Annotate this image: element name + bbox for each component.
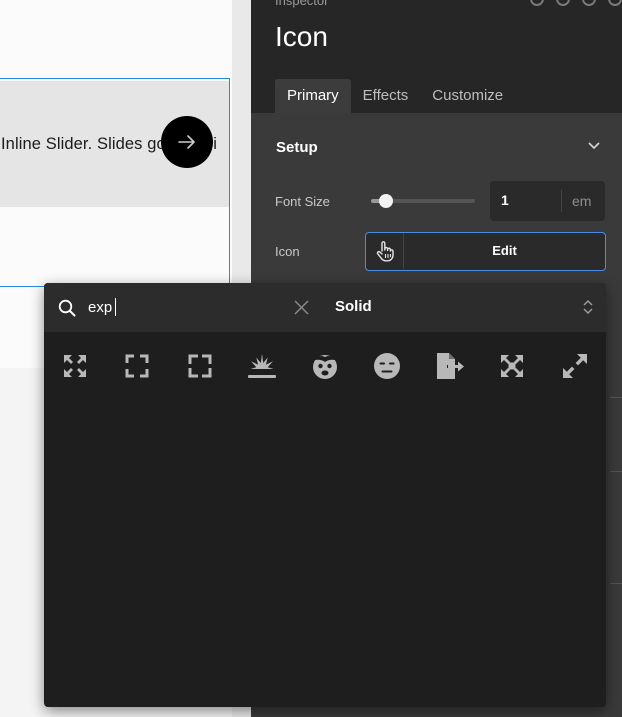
font-size-slider[interactable] (371, 194, 475, 208)
chevron-down-icon[interactable] (588, 142, 600, 150)
up-right-and-down-left-icon[interactable] (555, 346, 595, 386)
input-divider (561, 190, 562, 212)
icon-picker-popup: Solid (44, 283, 606, 707)
hand-pointer-icon (376, 241, 394, 262)
expand-icon[interactable] (117, 346, 157, 386)
face-explode-icon[interactable] (305, 346, 345, 386)
font-size-unit[interactable]: em (572, 193, 591, 209)
arrow-right-icon (178, 135, 195, 149)
slider-next-button[interactable] (161, 116, 213, 168)
inspector-tabs: Primary Effects Customize (275, 79, 515, 113)
explosion-icon[interactable] (242, 346, 282, 386)
icon-style-select[interactable]: Solid (335, 298, 372, 315)
tab-primary[interactable]: Primary (275, 79, 351, 113)
maximize-icon[interactable] (492, 346, 532, 386)
divider (610, 471, 622, 472)
divider (610, 397, 622, 398)
edit-icon-button[interactable]: Edit (404, 233, 605, 269)
select-arrows-icon[interactable] (582, 298, 594, 316)
divider (610, 583, 622, 584)
font-size-label: Font Size (275, 194, 330, 209)
settings-icon[interactable] (608, 0, 622, 6)
text-caret (115, 298, 116, 316)
font-size-value[interactable]: 1 (501, 192, 509, 208)
face-expressionless-icon[interactable] (367, 346, 407, 386)
expand-arrows-alt-icon[interactable] (55, 346, 95, 386)
icon-preview[interactable] (366, 233, 404, 269)
element-title: Icon (275, 21, 328, 52)
tab-customize[interactable]: Customize (420, 79, 515, 113)
file-export-icon[interactable] (430, 346, 470, 386)
section-setup-title[interactable]: Setup (276, 139, 318, 156)
icon-label: Icon (275, 244, 300, 259)
icon-search-input[interactable] (88, 294, 288, 320)
selected-slider-element[interactable]: Inline Slider. Slides go over ri (0, 78, 230, 287)
close-icon[interactable] (294, 300, 309, 315)
icon-field[interactable]: Edit (365, 232, 606, 271)
search-icon (58, 299, 76, 317)
paint-icon[interactable] (582, 0, 596, 6)
icon-picker-toolbar: Solid (44, 283, 606, 332)
font-size-slider-thumb[interactable] (378, 194, 393, 208)
tab-effects[interactable]: Effects (351, 79, 421, 113)
expand-icon[interactable] (180, 346, 220, 386)
icon-results-grid (44, 346, 606, 386)
inspector-header: Inspector Icon Primary Effects Customize (251, 0, 622, 113)
inspector-toolbar (530, 0, 622, 6)
inspector-label: Inspector (275, 0, 329, 8)
copy-icon[interactable] (556, 0, 570, 6)
add-icon[interactable] (530, 0, 544, 6)
font-size-input[interactable]: 1 em (490, 181, 605, 221)
